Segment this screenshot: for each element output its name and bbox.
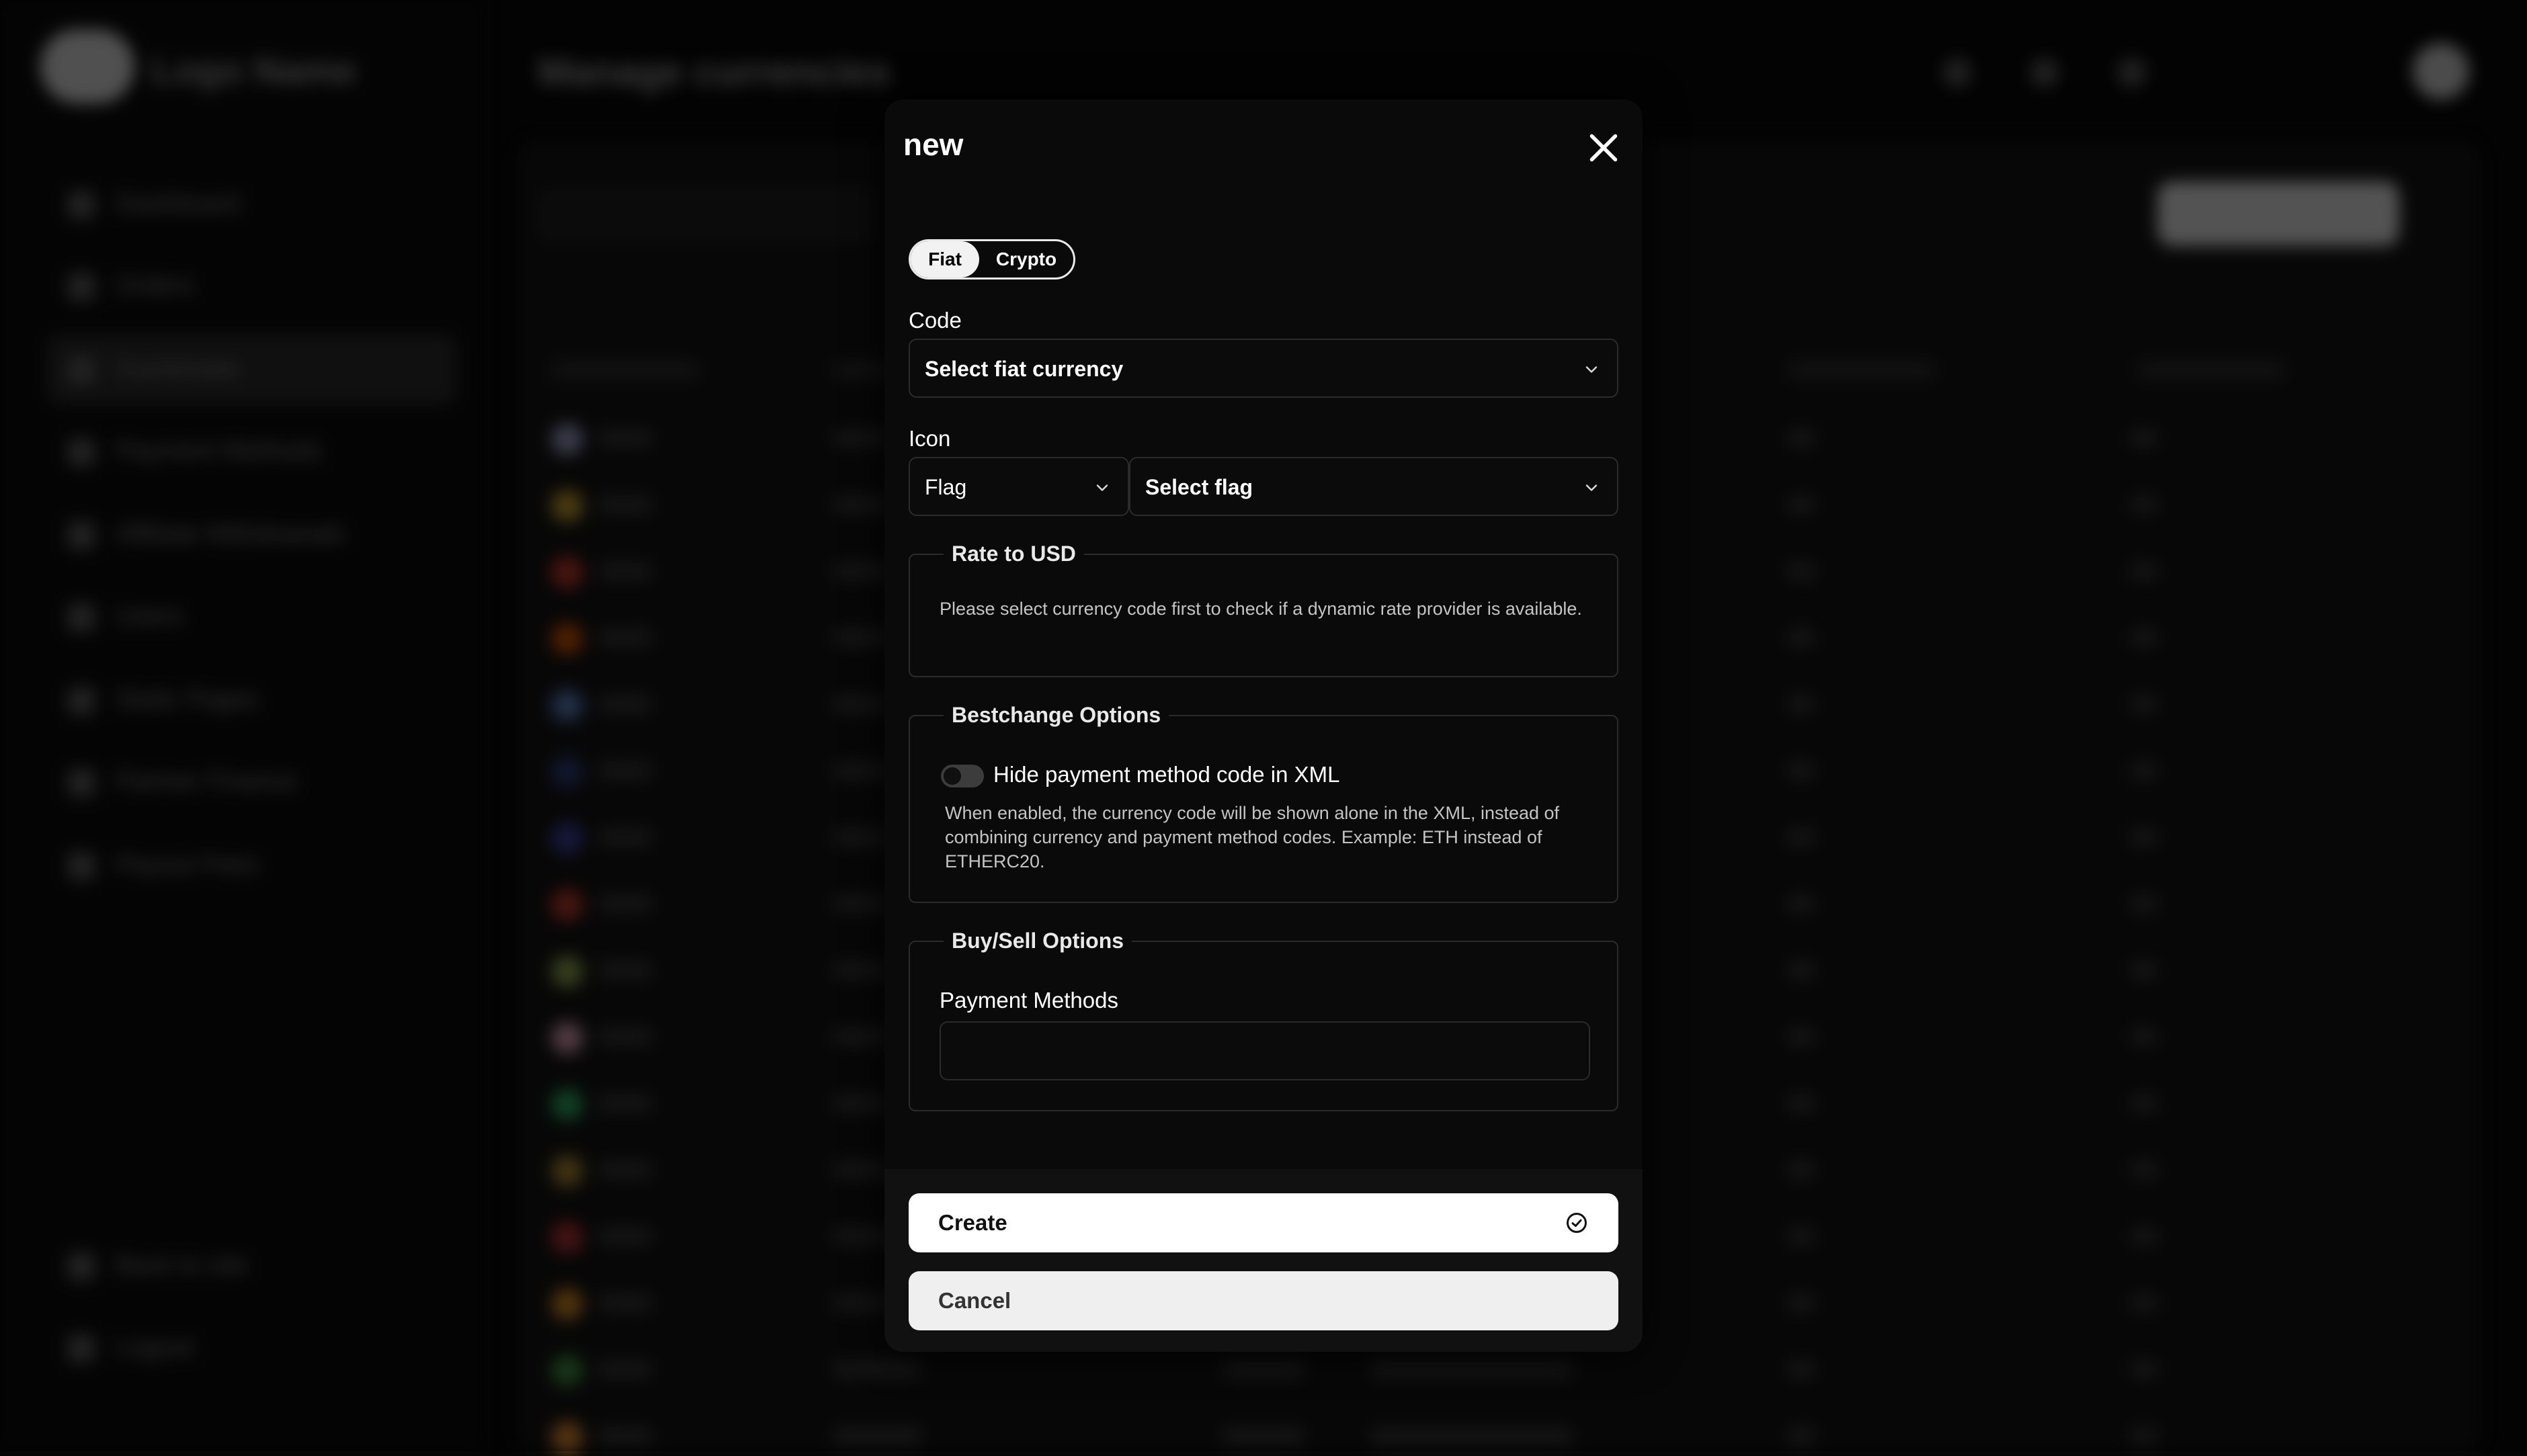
buysell-section-legend: Buy/Sell Options xyxy=(944,929,1132,953)
close-icon xyxy=(1589,134,1618,162)
code-label: Code xyxy=(909,308,962,333)
chevron-down-icon xyxy=(1585,366,1598,373)
icon-type-select[interactable]: Flag xyxy=(909,457,1129,516)
currency-type-toggle: Fiat Crypto xyxy=(909,239,1075,280)
flag-select-value: Select flag xyxy=(1145,475,1253,499)
buysell-section: Buy/Sell Options Payment Methods xyxy=(909,929,1618,1111)
create-currency-dialog: new Fiat Crypto Code Select fiat currenc… xyxy=(884,99,1643,1352)
create-button-label: Create xyxy=(938,1210,1007,1235)
code-select-value: Select fiat currency xyxy=(925,357,1124,381)
payment-methods-label: Payment Methods xyxy=(940,988,1118,1013)
cancel-button[interactable]: Cancel xyxy=(909,1271,1618,1330)
hide-payment-code-label: Hide payment method code in XML xyxy=(993,762,1340,787)
check-circle-icon xyxy=(1567,1213,1587,1233)
chevron-down-icon xyxy=(1096,484,1108,491)
icon-type-value: Flag xyxy=(925,475,967,499)
create-button[interactable]: Create xyxy=(909,1193,1618,1252)
bestchange-section: Bestchange Options Hide payment method c… xyxy=(909,703,1618,903)
bestchange-section-legend: Bestchange Options xyxy=(944,703,1169,728)
cancel-button-label: Cancel xyxy=(938,1288,1011,1313)
dialog-title: new xyxy=(903,127,964,162)
rate-section-legend: Rate to USD xyxy=(944,542,1084,566)
chevron-down-icon xyxy=(1585,484,1598,491)
toggle-knob xyxy=(944,767,961,785)
tab-crypto[interactable]: Crypto xyxy=(979,241,1073,277)
icon-label: Icon xyxy=(909,426,951,451)
rate-section: Rate to USD Please select currency code … xyxy=(909,542,1618,677)
bestchange-help-text: When enabled, the currency code will be … xyxy=(945,803,1560,871)
code-select[interactable]: Select fiat currency xyxy=(909,339,1618,398)
rate-help-text: Please select currency code first to che… xyxy=(940,599,1582,619)
payment-methods-input[interactable] xyxy=(940,1021,1590,1080)
tab-fiat[interactable]: Fiat xyxy=(911,241,979,277)
close-button[interactable] xyxy=(1583,128,1624,168)
hide-payment-code-toggle[interactable] xyxy=(941,765,984,787)
flag-select[interactable]: Select flag xyxy=(1129,457,1618,516)
